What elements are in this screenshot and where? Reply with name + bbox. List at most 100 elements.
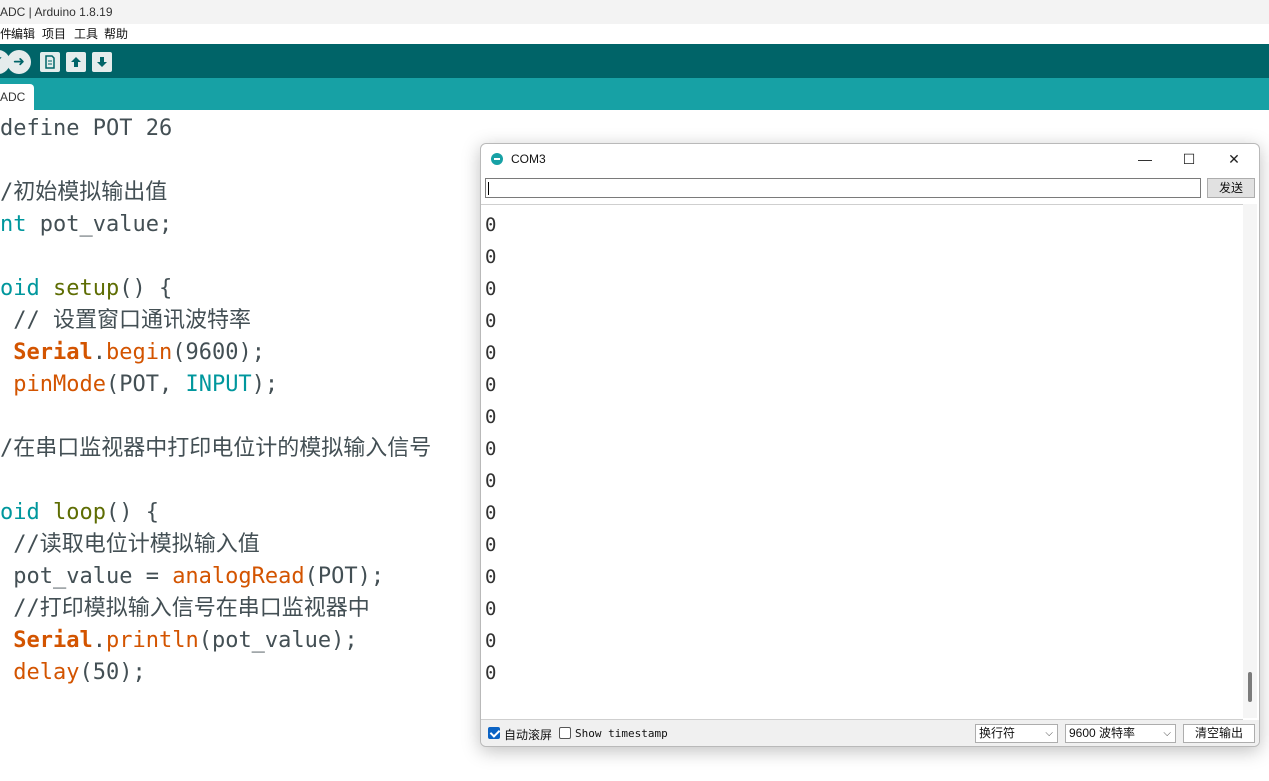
serial-monitor-window: COM3 — ☐ ✕ 发送 0 0 0 0 0 0 0 0 0 0 0 0 0 0 0 自动滚屏 Show …: [480, 143, 1260, 747]
tab-strip: ADC: [0, 78, 1269, 110]
serial-monitor-title: COM3: [511, 152, 546, 166]
menu-bar: 件 编辑 项目 工具 帮助: [0, 24, 1269, 44]
output-line: 0: [485, 246, 497, 268]
serial-output[interactable]: 0 0 0 0 0 0 0 0 0 0 0 0 0 0 0: [481, 204, 1243, 720]
code-line: oid loop() {: [0, 497, 159, 529]
code-token: begin: [105, 340, 173, 365]
chevron-down-icon: ⌵: [1045, 728, 1053, 739]
arrow-right-icon: ➜: [13, 54, 25, 70]
code-token: .: [92, 340, 106, 365]
minimize-icon: —: [1138, 151, 1152, 167]
autoscroll-checkbox[interactable]: [488, 727, 500, 739]
code-token: (POT);: [304, 564, 385, 589]
open-icon: [71, 57, 81, 67]
code-token: //打印模拟输入信号在串口监视器中: [0, 596, 370, 621]
output-line: 0: [485, 342, 497, 364]
code-line: define POT 26: [0, 113, 172, 145]
code-token: (pot_value);: [198, 628, 358, 653]
chevron-down-icon: ⌵: [1163, 728, 1171, 739]
toolbar: ✓ ➜: [0, 44, 1269, 78]
code-line: //打印模拟输入信号在串口监视器中: [0, 593, 370, 625]
menu-tools[interactable]: 工具: [74, 24, 98, 44]
minimize-button[interactable]: —: [1123, 148, 1167, 170]
code-token: () {: [105, 500, 159, 525]
code-token: pinMode: [13, 372, 106, 397]
code-line: pinMode(POT, INPUT);: [0, 369, 278, 401]
code-line: /初始模拟输出值: [0, 177, 167, 209]
code-token: oid: [0, 500, 40, 525]
serial-monitor-title-bar[interactable]: COM3 — ☐ ✕: [481, 144, 1259, 174]
open-button[interactable]: [66, 52, 86, 72]
new-button[interactable]: [40, 52, 60, 72]
output-scrollbar[interactable]: [1243, 204, 1257, 718]
code-token: oid: [0, 276, 40, 301]
timestamp-label: Show timestamp: [575, 727, 668, 740]
serial-monitor-footer: 自动滚屏 Show timestamp 换行符 ⌵ 9600 波特率 ⌵ 清空输…: [481, 720, 1259, 746]
output-line: 0: [485, 502, 497, 524]
output-line: 0: [485, 598, 497, 620]
code-token: delay: [13, 660, 80, 685]
line-ending-value: 换行符: [979, 726, 1016, 740]
code-line: /在串口监视器中打印电位计的模拟输入信号: [0, 433, 431, 465]
serial-input[interactable]: [485, 178, 1201, 198]
menu-sketch[interactable]: 项目: [42, 24, 66, 44]
close-button[interactable]: ✕: [1212, 148, 1256, 170]
upload-button[interactable]: ➜: [7, 50, 31, 74]
autoscroll-label: 自动滚屏: [504, 728, 553, 742]
code-token: () {: [119, 276, 173, 301]
output-line: 0: [485, 310, 497, 332]
maximize-icon: ☐: [1182, 151, 1196, 167]
code-token: );: [251, 372, 279, 397]
code-line: nt pot_value;: [0, 209, 172, 241]
save-icon: [97, 57, 107, 67]
clear-output-button[interactable]: 清空输出: [1183, 724, 1255, 743]
code-token: (POT,: [105, 372, 186, 397]
code-token: INPUT: [185, 372, 252, 397]
tab-adc[interactable]: ADC: [0, 84, 34, 110]
save-button[interactable]: [92, 52, 112, 72]
code-token: /初始模拟输出值: [0, 180, 168, 205]
code-line: pot_value = analogRead(POT);: [0, 561, 384, 593]
arduino-logo-icon: [491, 153, 503, 165]
maximize-button[interactable]: ☐: [1167, 148, 1211, 170]
menu-help[interactable]: 帮助: [104, 24, 128, 44]
window-title: ADC | Arduino 1.8.19: [0, 5, 113, 19]
code-token: (50);: [79, 660, 146, 685]
check-icon: ✓: [0, 54, 4, 70]
code-token: pot_value;: [26, 212, 173, 237]
code-token: nt: [0, 212, 27, 237]
tab-label: ADC: [0, 90, 26, 104]
output-line: 0: [485, 662, 497, 684]
code-token: // 设置窗口通讯波特率: [0, 308, 251, 333]
output-line: 0: [485, 438, 497, 460]
send-button[interactable]: 发送: [1207, 178, 1255, 198]
code-token: analogRead: [172, 564, 305, 589]
output-line: 0: [485, 470, 497, 492]
code-token: .: [92, 628, 106, 653]
output-line: 0: [485, 214, 497, 236]
line-ending-select[interactable]: 换行符 ⌵: [975, 724, 1058, 743]
text-caret: [488, 182, 489, 195]
timestamp-checkbox[interactable]: [559, 727, 571, 739]
output-line: 0: [485, 374, 497, 396]
menu-edit[interactable]: 编辑: [11, 24, 35, 44]
close-icon: ✕: [1228, 151, 1240, 167]
output-line: 0: [485, 278, 497, 300]
output-line: 0: [485, 406, 497, 428]
scrollbar-thumb[interactable]: [1248, 672, 1252, 702]
code-token: println: [105, 628, 199, 653]
code-token: loop: [53, 500, 106, 525]
output-line: 0: [485, 566, 497, 588]
code-line: Serial.begin(9600);: [0, 337, 265, 369]
code-token: define POT 26: [0, 116, 173, 141]
code-token: pot_value =: [0, 564, 173, 589]
output-line: 0: [485, 534, 497, 556]
code-token: Serial: [13, 628, 93, 653]
code-line: Serial.println(pot_value);: [0, 625, 358, 657]
baud-rate-select[interactable]: 9600 波特率 ⌵: [1065, 724, 1176, 743]
code-token: //读取电位计模拟输入值: [0, 532, 260, 557]
